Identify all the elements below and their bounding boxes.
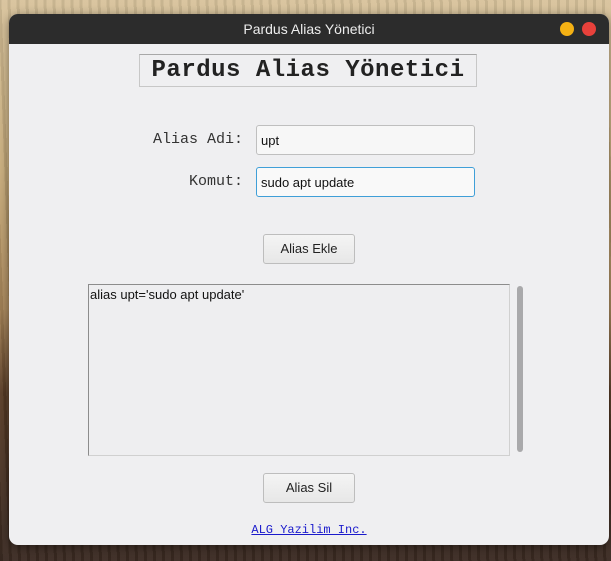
scrollbar-thumb[interactable] xyxy=(517,286,523,452)
remove-alias-button[interactable]: Alias Sil xyxy=(263,473,355,503)
list-item[interactable]: alias upt='sudo apt update' xyxy=(90,287,508,302)
window-titlebar[interactable]: Pardus Alias Yönetici xyxy=(9,14,609,44)
app-window: Pardus Alias Yönetici Pardus Alias Yönet… xyxy=(9,14,609,545)
alias-name-label: Alias Adi: xyxy=(152,131,243,148)
add-alias-button[interactable]: Alias Ekle xyxy=(263,234,355,264)
minimize-button[interactable] xyxy=(560,22,574,36)
alias-name-input[interactable] xyxy=(256,125,475,155)
app-heading: Pardus Alias Yönetici xyxy=(139,54,477,87)
command-input[interactable] xyxy=(256,167,475,197)
close-button[interactable] xyxy=(582,22,596,36)
company-link[interactable]: ALG Yazilim Inc. xyxy=(9,523,609,537)
window-title: Pardus Alias Yönetici xyxy=(243,21,375,37)
alias-list-scrollbar[interactable] xyxy=(515,284,525,456)
command-label: Komut: xyxy=(188,173,243,190)
alias-list[interactable]: alias upt='sudo apt update' xyxy=(88,284,510,456)
